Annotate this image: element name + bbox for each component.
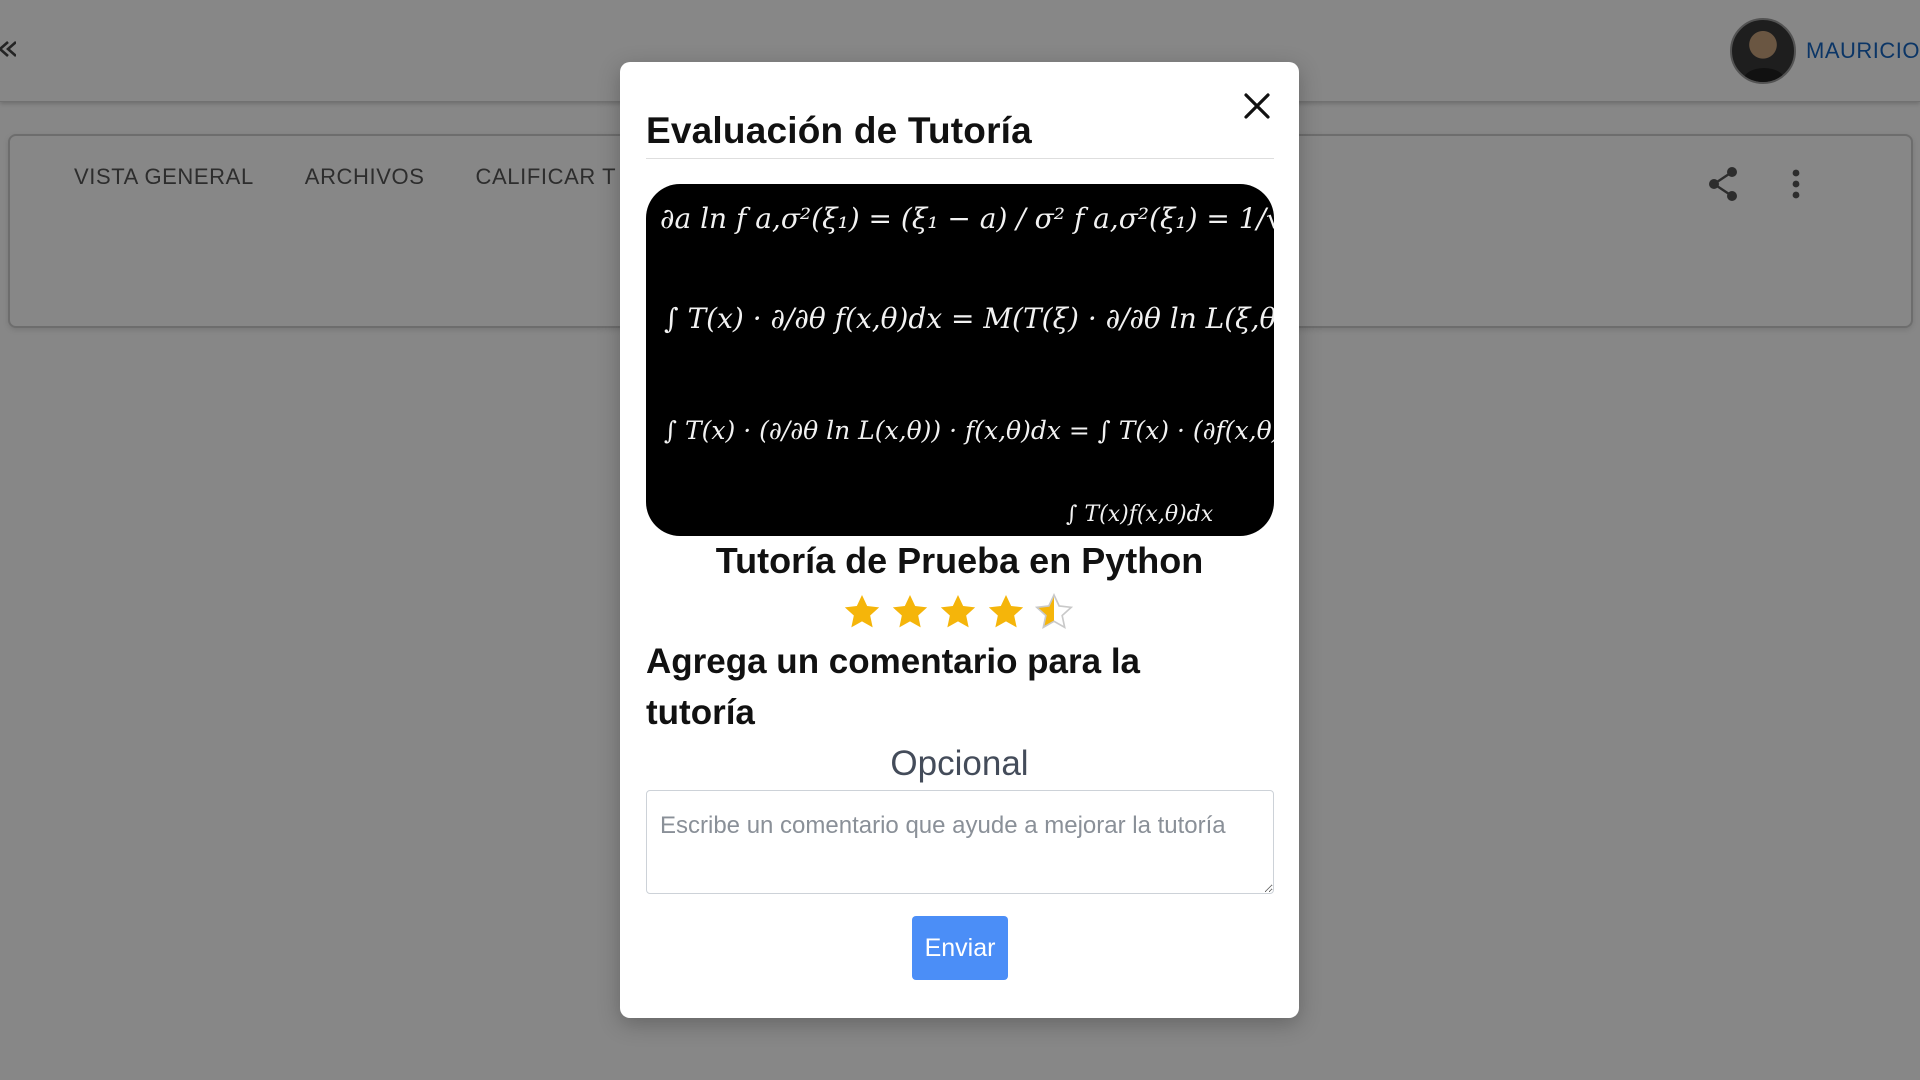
close-icon	[1244, 93, 1270, 119]
title-divider	[646, 158, 1274, 159]
math-formulas-image: ∂a ln f a,σ²(ξ₁) = (ξ₁ − a) / σ² f a,σ²(…	[646, 184, 1274, 536]
formula-line: ∫ T(x) · ∂/∂θ f(x,θ)dx = M(T(ξ) · ∂/∂θ l…	[664, 302, 1274, 335]
close-button[interactable]	[1237, 86, 1277, 126]
comment-textarea[interactable]	[646, 790, 1274, 894]
star-icon[interactable]	[986, 592, 1026, 632]
tutoring-evaluation-modal: Evaluación de Tutoría ∂a ln f a,σ²(ξ₁) =…	[620, 62, 1299, 1018]
course-name: Tutoría de Prueba en Python	[715, 540, 1204, 581]
modal-title: Evaluación de Tutoría	[646, 110, 1032, 151]
star-icon[interactable]	[938, 592, 978, 632]
formula-line: ∫ T(x) · (∂/∂θ ln L(x,θ)) · f(x,θ)dx = ∫…	[664, 416, 1274, 445]
formula-line: ∫ T(x)f(x,θ)dx	[1066, 502, 1214, 527]
comment-heading: Agrega un comentario para la tutoría	[646, 642, 1141, 732]
star-icon[interactable]	[842, 592, 882, 632]
submit-button[interactable]: Enviar	[912, 916, 1008, 980]
star-icon[interactable]	[890, 592, 930, 632]
formula-line: ∂a ln f a,σ²(ξ₁) = (ξ₁ − a) / σ² f a,σ²(…	[660, 202, 1274, 235]
optional-label: Opcional	[890, 744, 1029, 783]
star-half-icon[interactable]	[1034, 592, 1074, 632]
star-rating[interactable]	[842, 592, 1074, 632]
